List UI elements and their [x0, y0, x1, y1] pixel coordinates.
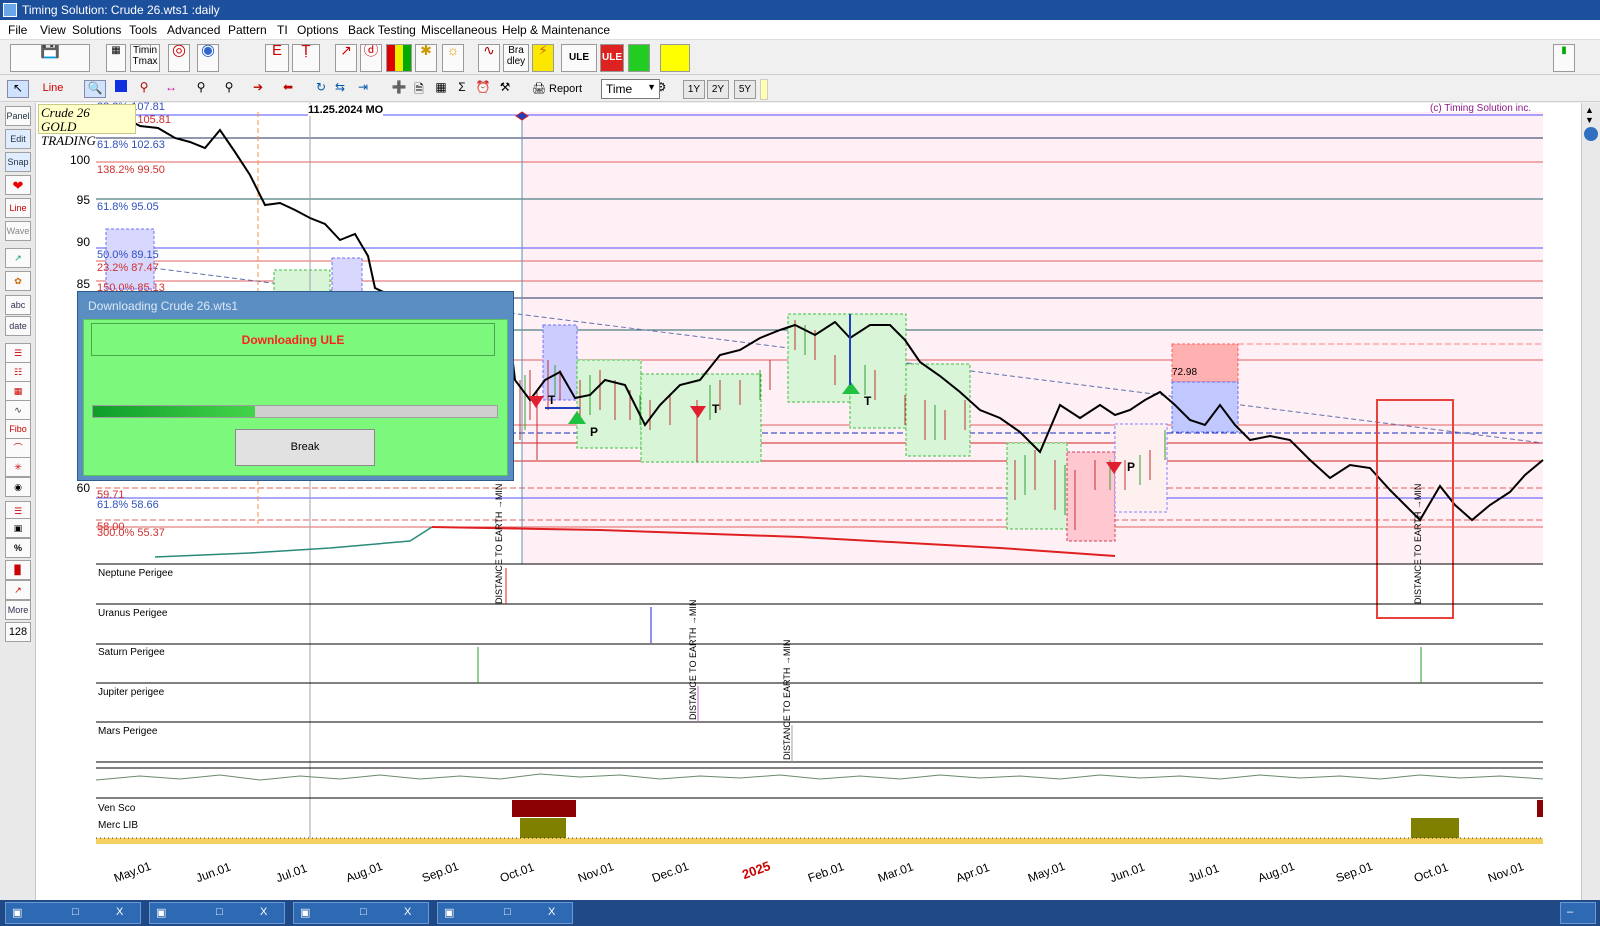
marker-label: T — [712, 402, 720, 416]
dialog-body: Downloading ULE Break — [83, 319, 508, 476]
taskbar-item[interactable]: ▣ □ X — [293, 902, 429, 924]
merc-lib-bar-2 — [1411, 818, 1459, 838]
progress-bar — [92, 405, 498, 418]
planet-row-label: Mars Perigee — [98, 726, 158, 737]
app-icon: ▣ — [12, 907, 23, 919]
app-icon: ▣ — [444, 907, 455, 919]
taskbar-item[interactable]: ▣ □ X — [5, 902, 141, 924]
bottom-row-label: Ven Sco — [98, 803, 136, 814]
dialog-message: Downloading ULE — [91, 323, 495, 356]
app-icon: ▣ — [300, 907, 311, 919]
taskbar-item[interactable]: ▣ □ X — [437, 902, 573, 924]
taskbar: ▣ □ X ▣ □ X ▣ □ X ▣ □ X – — [0, 900, 1600, 926]
taskbar-item[interactable]: ▣ □ X — [149, 902, 285, 924]
fib-label: 138.2% 99.50 — [97, 164, 165, 176]
symbol-legend: Crude 26 GOLD TRADING — [38, 104, 136, 148]
restore-icon[interactable]: □ — [360, 906, 367, 918]
right-scrollbar[interactable]: ▲ ▼ — [1581, 103, 1600, 900]
planet-row-label: Jupiter perigee — [98, 687, 165, 698]
vertical-note: DISTANCE TO EARTH →MIN — [1413, 483, 1423, 604]
restore-icon[interactable]: □ — [504, 906, 511, 918]
copyright: (c) Timing Solution inc. — [1430, 103, 1532, 114]
vertical-note: DISTANCE TO EARTH →MIN — [494, 483, 504, 604]
restore-icon[interactable]: □ — [72, 906, 79, 918]
y-tick: 100 — [69, 153, 90, 167]
app-icon: ▣ — [156, 907, 167, 919]
close-icon[interactable]: X — [260, 906, 267, 918]
price-label: 72.98 — [1172, 367, 1198, 378]
y-tick: 85 — [76, 277, 90, 291]
download-dialog: Downloading Crude 26.wts1 Downloading UL… — [77, 291, 514, 481]
scroll-down-icon[interactable]: ▼ — [1585, 115, 1594, 125]
planet-events — [477, 568, 1422, 762]
symbol-source: GOLD TRADING — [41, 119, 96, 148]
marker-label: T — [864, 394, 872, 408]
planet-row-lines — [96, 563, 1543, 799]
marker-label: T — [548, 393, 556, 407]
planet-row-label: Uranus Perigee — [98, 608, 168, 619]
y-tick: 60 — [76, 481, 90, 495]
scroll-up-icon[interactable]: ▲ — [1585, 105, 1594, 115]
oscillator-line — [95, 773, 1544, 781]
taskbar-item[interactable]: – — [1560, 902, 1596, 924]
planet-row-label: Neptune Perigee — [98, 568, 174, 579]
restore-icon[interactable]: □ — [216, 906, 223, 918]
close-icon[interactable]: X — [548, 906, 555, 918]
progress-fill — [93, 406, 255, 417]
vertical-note: DISTANCE TO EARTH →MIN — [782, 639, 792, 760]
break-button[interactable]: Break — [235, 429, 375, 466]
dialog-title: Downloading Crude 26.wts1 — [88, 299, 239, 313]
fib-label: 300.0% 55.37 — [97, 527, 165, 539]
fib-label: 50.0% 89.15 — [97, 249, 159, 261]
cursor-date: 11.25.2024 MO — [308, 104, 384, 116]
fib-label: 23.2% 87.47 — [97, 262, 159, 274]
ven-sco-bar — [512, 800, 576, 817]
symbol-name: Crude 26 — [41, 105, 90, 120]
marker-label: P — [1127, 460, 1136, 474]
planet-row-label: Saturn Perigee — [98, 647, 165, 658]
close-icon[interactable]: X — [116, 906, 123, 918]
ven-sco-bar-2 — [1537, 800, 1543, 817]
time-ruler — [96, 838, 1543, 844]
fib-label: 61.8% 58.66 — [97, 499, 159, 511]
y-tick: 90 — [76, 235, 90, 249]
marker-label: P — [590, 425, 599, 439]
teal-curve — [154, 526, 433, 558]
merc-lib-bar — [520, 818, 566, 838]
close-icon[interactable]: X — [404, 906, 411, 918]
globe-icon[interactable] — [1584, 127, 1598, 141]
y-tick: 95 — [76, 193, 90, 207]
fib-label: 61.8% 95.05 — [97, 201, 159, 213]
vertical-note: DISTANCE TO EARTH →MIN — [688, 599, 698, 720]
bottom-row-label: Merc LIB — [98, 820, 139, 831]
minimize-icon[interactable]: – — [1567, 906, 1573, 918]
